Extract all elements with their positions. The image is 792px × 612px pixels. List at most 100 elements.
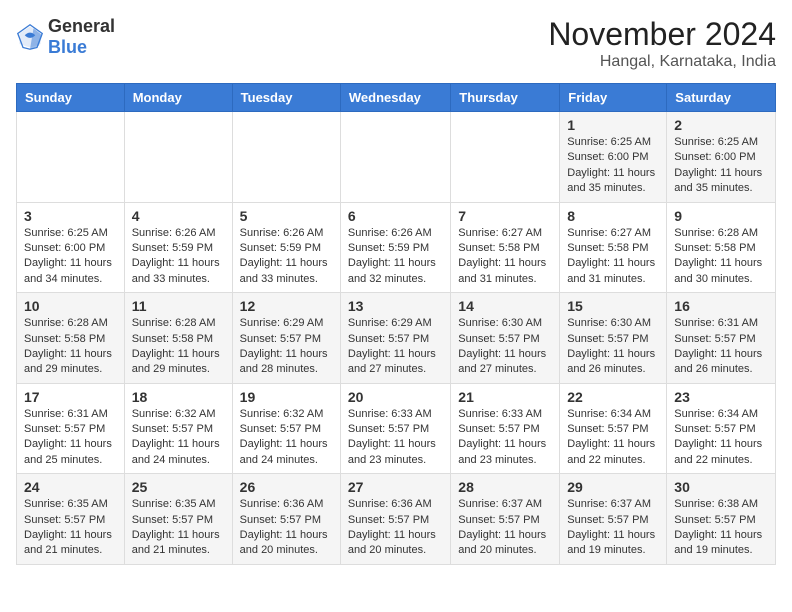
day-info: Sunrise: 6:28 AM Sunset: 5:58 PM Dayligh…	[674, 226, 768, 288]
day-info: Sunrise: 6:34 AM Sunset: 5:57 PM Dayligh…	[674, 407, 768, 469]
calendar-cell: 29 Sunrise: 6:37 AM Sunset: 5:57 PM Dayli…	[560, 474, 667, 565]
logo-text: General Blue	[48, 16, 115, 58]
day-number: 3	[24, 208, 117, 224]
day-number: 27	[348, 479, 443, 495]
calendar-week-row: 10 Sunrise: 6:28 AM Sunset: 5:58 PM Dayli…	[17, 293, 776, 384]
weekday-header-sunday: Sunday	[17, 84, 125, 112]
calendar-cell: 3 Sunrise: 6:25 AM Sunset: 6:00 PM Daylig…	[17, 202, 125, 293]
day-info: Sunrise: 6:32 AM Sunset: 5:57 PM Dayligh…	[132, 407, 225, 469]
day-number: 2	[674, 117, 768, 133]
calendar-cell: 23 Sunrise: 6:34 AM Sunset: 5:57 PM Dayli…	[667, 383, 776, 474]
day-info: Sunrise: 6:33 AM Sunset: 5:57 PM Dayligh…	[458, 407, 552, 469]
calendar-cell: 4 Sunrise: 6:26 AM Sunset: 5:59 PM Daylig…	[124, 202, 232, 293]
calendar-cell: 14 Sunrise: 6:30 AM Sunset: 5:57 PM Dayli…	[451, 293, 560, 384]
calendar-cell: 12Sunrise: 6:29 AM Sunset: 5:57 PM Dayli…	[232, 293, 340, 384]
calendar-cell: 16 Sunrise: 6:31 AM Sunset: 5:57 PM Dayli…	[667, 293, 776, 384]
day-info: Sunrise: 6:35 AM Sunset: 5:57 PM Dayligh…	[132, 497, 225, 559]
day-number: 5	[240, 208, 333, 224]
logo: General Blue	[16, 16, 115, 58]
calendar-cell: 18 Sunrise: 6:32 AM Sunset: 5:57 PM Dayli…	[124, 383, 232, 474]
day-info: Sunrise: 6:36 AM Sunset: 5:57 PM Dayligh…	[348, 497, 443, 559]
logo-icon	[16, 23, 44, 51]
day-info: Sunrise: 6:26 AM Sunset: 5:59 PM Dayligh…	[240, 226, 333, 288]
calendar-week-row: 3 Sunrise: 6:25 AM Sunset: 6:00 PM Daylig…	[17, 202, 776, 293]
calendar-cell: 17Sunrise: 6:31 AM Sunset: 5:57 PM Dayli…	[17, 383, 125, 474]
calendar-cell: 5 Sunrise: 6:26 AM Sunset: 5:59 PM Daylig…	[232, 202, 340, 293]
calendar-cell: 8Sunrise: 6:27 AM Sunset: 5:58 PM Daylig…	[560, 202, 667, 293]
day-info: Sunrise: 6:32 AM Sunset: 5:57 PM Dayligh…	[240, 407, 333, 469]
day-info: Sunrise: 6:27 AM Sunset: 5:58 PM Dayligh…	[458, 226, 552, 288]
calendar-cell: 15 Sunrise: 6:30 AM Sunset: 5:57 PM Dayli…	[560, 293, 667, 384]
day-info: Sunrise: 6:35 AM Sunset: 5:57 PM Dayligh…	[24, 497, 117, 559]
day-info: Sunrise: 6:37 AM Sunset: 5:57 PM Dayligh…	[458, 497, 552, 559]
calendar-cell	[124, 112, 232, 203]
day-number: 11	[132, 298, 225, 314]
day-number: 1	[567, 117, 659, 133]
calendar-cell: 25 Sunrise: 6:35 AM Sunset: 5:57 PM Dayli…	[124, 474, 232, 565]
day-number: 8	[567, 208, 659, 224]
calendar-cell	[340, 112, 450, 203]
day-info: Sunrise: 6:28 AM Sunset: 5:58 PM Dayligh…	[132, 316, 225, 378]
calendar-cell: 27 Sunrise: 6:36 AM Sunset: 5:57 PM Dayli…	[340, 474, 450, 565]
day-info: Sunrise: 6:36 AM Sunset: 5:57 PM Dayligh…	[240, 497, 333, 559]
day-info: Sunrise: 6:29 AM Sunset: 5:57 PM Dayligh…	[348, 316, 443, 378]
calendar-cell	[451, 112, 560, 203]
day-info: Sunrise: 6:25 AM Sunset: 6:00 PM Dayligh…	[674, 135, 768, 197]
weekday-header-thursday: Thursday	[451, 84, 560, 112]
day-number: 29	[567, 479, 659, 495]
calendar-cell	[17, 112, 125, 203]
calendar-cell: 10 Sunrise: 6:28 AM Sunset: 5:58 PM Dayli…	[17, 293, 125, 384]
day-number: 6	[348, 208, 443, 224]
calendar-cell: 13 Sunrise: 6:29 AM Sunset: 5:57 PM Dayli…	[340, 293, 450, 384]
location-title: Hangal, Karnataka, India	[548, 53, 776, 71]
calendar-cell: 9Sunrise: 6:28 AM Sunset: 5:58 PM Daylig…	[667, 202, 776, 293]
day-number: 14	[458, 298, 552, 314]
weekday-header-wednesday: Wednesday	[340, 84, 450, 112]
weekday-header-tuesday: Tuesday	[232, 84, 340, 112]
calendar-cell: 21 Sunrise: 6:33 AM Sunset: 5:57 PM Dayli…	[451, 383, 560, 474]
day-number: 22	[567, 389, 659, 405]
day-info: Sunrise: 6:25 AM Sunset: 6:00 PM Dayligh…	[567, 135, 659, 197]
day-number: 13	[348, 298, 443, 314]
calendar-week-row: 24 Sunrise: 6:35 AM Sunset: 5:57 PM Dayli…	[17, 474, 776, 565]
day-info: Sunrise: 6:26 AM Sunset: 5:59 PM Dayligh…	[348, 226, 443, 288]
calendar-week-row: 17Sunrise: 6:31 AM Sunset: 5:57 PM Dayli…	[17, 383, 776, 474]
day-number: 15	[567, 298, 659, 314]
day-number: 28	[458, 479, 552, 495]
day-info: Sunrise: 6:38 AM Sunset: 5:57 PM Dayligh…	[674, 497, 768, 559]
day-number: 25	[132, 479, 225, 495]
calendar-cell: 7 Sunrise: 6:27 AM Sunset: 5:58 PM Daylig…	[451, 202, 560, 293]
weekday-header-monday: Monday	[124, 84, 232, 112]
day-info: Sunrise: 6:30 AM Sunset: 5:57 PM Dayligh…	[567, 316, 659, 378]
day-number: 20	[348, 389, 443, 405]
day-info: Sunrise: 6:31 AM Sunset: 5:57 PM Dayligh…	[24, 407, 117, 469]
month-title: November 2024	[548, 16, 776, 53]
calendar-table: SundayMondayTuesdayWednesdayThursdayFrid…	[16, 83, 776, 565]
day-info: Sunrise: 6:28 AM Sunset: 5:58 PM Dayligh…	[24, 316, 117, 378]
calendar-cell: 19 Sunrise: 6:32 AM Sunset: 5:57 PM Dayli…	[232, 383, 340, 474]
day-info: Sunrise: 6:34 AM Sunset: 5:57 PM Dayligh…	[567, 407, 659, 469]
day-info: Sunrise: 6:31 AM Sunset: 5:57 PM Dayligh…	[674, 316, 768, 378]
day-info: Sunrise: 6:26 AM Sunset: 5:59 PM Dayligh…	[132, 226, 225, 288]
day-info: Sunrise: 6:33 AM Sunset: 5:57 PM Dayligh…	[348, 407, 443, 469]
day-info: Sunrise: 6:29 AM Sunset: 5:57 PM Dayligh…	[240, 316, 333, 378]
day-number: 19	[240, 389, 333, 405]
day-number: 24	[24, 479, 117, 495]
day-number: 23	[674, 389, 768, 405]
day-number: 10	[24, 298, 117, 314]
day-number: 30	[674, 479, 768, 495]
day-number: 4	[132, 208, 225, 224]
day-number: 16	[674, 298, 768, 314]
day-info: Sunrise: 6:25 AM Sunset: 6:00 PM Dayligh…	[24, 226, 117, 288]
day-info: Sunrise: 6:37 AM Sunset: 5:57 PM Dayligh…	[567, 497, 659, 559]
calendar-cell: 2 Sunrise: 6:25 AM Sunset: 6:00 PM Daylig…	[667, 112, 776, 203]
day-info: Sunrise: 6:30 AM Sunset: 5:57 PM Dayligh…	[458, 316, 552, 378]
day-number: 18	[132, 389, 225, 405]
title-section: November 2024 Hangal, Karnataka, India	[548, 16, 776, 71]
weekday-header-row: SundayMondayTuesdayWednesdayThursdayFrid…	[17, 84, 776, 112]
calendar-cell	[232, 112, 340, 203]
weekday-header-friday: Friday	[560, 84, 667, 112]
calendar-cell: 20 Sunrise: 6:33 AM Sunset: 5:57 PM Dayli…	[340, 383, 450, 474]
day-number: 21	[458, 389, 552, 405]
day-number: 7	[458, 208, 552, 224]
